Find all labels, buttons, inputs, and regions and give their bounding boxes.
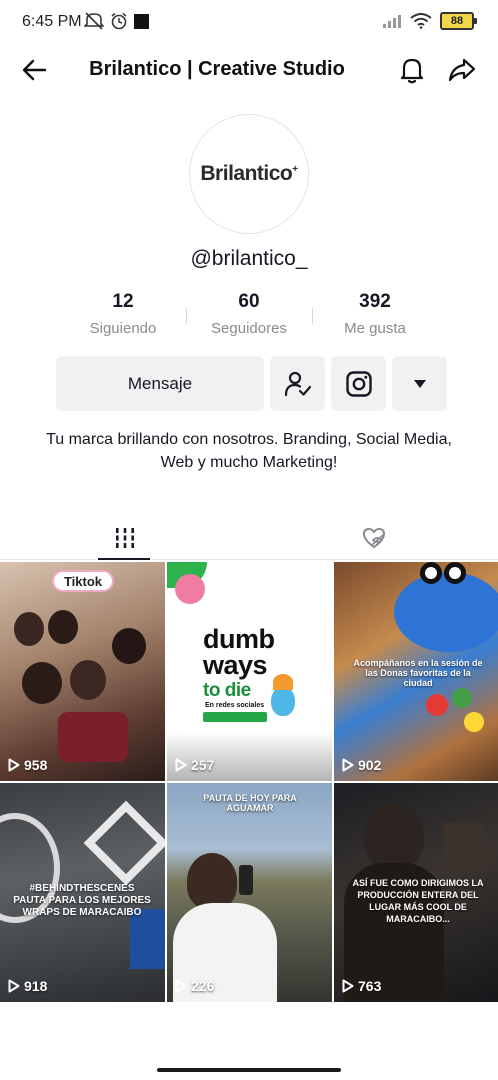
bell-icon [400,58,424,84]
alarm-icon [111,12,127,30]
instagram-button[interactable] [331,356,386,411]
tab-liked[interactable] [249,516,498,560]
video-tile[interactable]: PAUTA DE HOY PARA AGUAMAR 226 [167,783,332,1002]
play-icon [342,979,354,993]
tile-sticker: Tiktok [52,570,114,592]
view-count: 226 [175,978,214,994]
view-count: 918 [8,978,47,994]
deco-shape [175,574,205,604]
donut-shape [444,562,466,584]
following-button[interactable] [270,356,325,411]
tab-active-indicator [98,558,150,560]
person-shape [70,660,106,700]
tab-videos[interactable] [0,516,249,560]
character-shape [273,674,293,690]
gesture-nav-bar[interactable] [157,1068,341,1072]
back-arrow-icon [22,59,47,81]
square-icon [134,13,149,29]
share-icon [448,58,476,82]
avatar[interactable]: Brilantico+ [189,114,309,234]
video-tile[interactable]: #BEHINDTHESCENES PAUTA PARA LOS MEJORES … [0,783,165,1002]
person-shape [22,662,62,704]
logo-shape [83,800,165,886]
status-bar: 6:45 PM 88 [0,0,498,44]
view-count-value: 958 [24,757,48,773]
object-shape [444,823,484,873]
stat-following[interactable]: 12 Siguiendo [60,290,186,342]
character-shape [271,686,295,716]
candy-shape [452,688,472,708]
avatar-logo: Brilantico+ [200,162,298,185]
header: Brilantico | Creative Studio [0,48,498,92]
video-tile[interactable]: Acompáñanos en la sesión de las Donas fa… [334,562,498,781]
liked-hidden-icon [362,527,385,549]
view-count: 257 [175,757,214,773]
stat-likes[interactable]: 392 Me gusta [312,290,438,342]
tile-title: dumb ways to die [203,624,275,702]
tile-caption: Acompáñanos en la sesión de las Donas fa… [353,658,483,688]
battery-icon: 88 [440,12,477,30]
signal-icon [383,15,401,28]
person-shape [48,610,78,644]
stat-following-label: Siguiendo [89,320,157,337]
stat-likes-label: Me gusta [344,320,406,337]
instagram-icon [345,370,372,397]
person-shape [112,628,146,664]
mute-icon [84,12,104,30]
share-button[interactable] [446,54,478,86]
tile-caption: #BEHINDTHESCENES PAUTA PARA LOS MEJORES … [13,883,151,918]
person-shape [58,712,128,762]
video-tile[interactable]: dumb ways to die En redes sociales 257 [167,562,332,781]
view-count: 958 [8,757,47,773]
view-count-value: 226 [191,978,215,994]
candy-shape [464,712,484,732]
stat-followers[interactable]: 60 Seguidores [186,290,312,342]
phone-shape [239,865,253,895]
tile-subtitle: En redes sociales [205,702,265,709]
play-icon [8,979,20,993]
stat-followers-label: Seguidores [211,320,287,337]
candy-shape [426,694,448,716]
profile-stats: 12 Siguiendo 60 Seguidores 392 Me gusta [60,290,438,342]
play-icon [175,758,187,772]
back-button[interactable] [18,54,50,86]
play-icon [8,758,20,772]
tile-shade [167,731,332,781]
status-icons-right: 88 [382,12,477,30]
video-grid: Tiktok 958 dumb ways to die En redes soc… [0,562,498,1002]
status-icons-left [84,12,149,30]
deco-shape [203,712,267,722]
stat-following-count: 12 [112,291,134,312]
username: @brilantico_ [190,247,308,270]
stat-likes-count: 392 [359,291,391,312]
caret-down-icon [413,379,426,388]
person-shape [187,853,237,909]
view-count-value: 902 [358,757,382,773]
view-count-value: 763 [358,978,382,994]
person-shape [14,612,44,646]
wifi-icon [410,13,432,29]
status-time: 6:45 PM [22,13,82,30]
view-count: 902 [342,757,381,773]
page-title: Brilantico | Creative Studio [89,58,345,80]
message-button[interactable]: Mensaje [56,356,264,411]
tile-caption: PAUTA DE HOY PARA AGUAMAR [203,793,297,813]
play-icon [342,758,354,772]
view-count-value: 257 [191,757,215,773]
donut-shape [394,572,498,652]
tile-caption: ASÍ FUE COMO DIRIGIMOS LA PRODUCCIÓN ENT… [352,878,484,924]
play-icon [175,979,187,993]
video-tile[interactable]: ASÍ FUE COMO DIRIGIMOS LA PRODUCCIÓN ENT… [334,783,498,1002]
donut-shape [420,562,442,584]
user-check-icon [284,371,311,396]
video-tile[interactable]: Tiktok 958 [0,562,165,781]
profile-tabs [0,516,498,560]
view-count: 763 [342,978,381,994]
bio: Tu marca brillando con nosotros. Brandin… [46,431,452,471]
view-count-value: 918 [24,978,48,994]
more-dropdown-button[interactable] [392,356,447,411]
notifications-button[interactable] [396,54,428,86]
grid-icon [115,528,134,548]
stat-followers-count: 60 [238,291,260,312]
